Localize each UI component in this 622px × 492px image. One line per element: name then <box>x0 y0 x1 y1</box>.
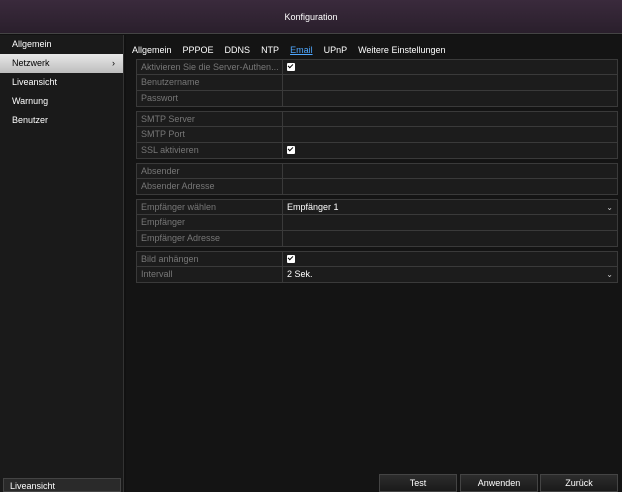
sidebar-item-warnung[interactable]: Warnung <box>0 92 123 111</box>
sidebar-item-label: Warnung <box>12 96 49 106</box>
sidebar: Allgemein Netzwerk › Liveansicht Warnung… <box>0 35 124 492</box>
liveansicht-button[interactable]: Liveansicht <box>3 478 121 492</box>
recipient-select[interactable]: Empfänger 1 ⌄ <box>283 200 617 214</box>
tab-ddns[interactable]: DDNS <box>225 43 251 57</box>
recipient-input[interactable] <box>283 215 617 230</box>
recipient-label: Empfänger <box>137 215 283 230</box>
username-label: Benutzername <box>137 75 283 90</box>
chevron-down-icon: ⌄ <box>606 270 613 279</box>
form-row-auth: Aktivieren Sie die Server-Authen... <box>136 59 618 75</box>
tab-ntp[interactable]: NTP <box>261 43 279 57</box>
form-row-attach-image: Bild anhängen <box>136 251 618 267</box>
attach-image-label: Bild anhängen <box>137 252 283 266</box>
sender-input[interactable] <box>283 164 617 178</box>
auth-checkbox[interactable] <box>287 63 295 71</box>
form-row-recipient-select: Empfänger wählen Empfänger 1 ⌄ <box>136 199 618 215</box>
ssl-label: SSL aktivieren <box>137 143 283 158</box>
tab-upnp[interactable]: UPnP <box>324 43 348 57</box>
email-settings-form: Aktivieren Sie die Server-Authen... Benu… <box>136 59 618 283</box>
sender-address-label: Absender Adresse <box>137 179 283 194</box>
recipient-select-label: Empfänger wählen <box>137 200 283 214</box>
tab-weitere-einstellungen[interactable]: Weitere Einstellungen <box>358 43 445 57</box>
tab-pppoe[interactable]: PPPOE <box>183 43 214 57</box>
sidebar-item-benutzer[interactable]: Benutzer <box>0 111 123 130</box>
interval-select[interactable]: 2 Sek. ⌄ <box>283 267 617 282</box>
password-label: Passwort <box>137 91 283 106</box>
form-row-sender-address: Absender Adresse <box>136 179 618 195</box>
form-row-recipient-address: Empfänger Adresse <box>136 231 618 247</box>
form-row-sender: Absender <box>136 163 618 179</box>
recipient-select-value: Empfänger 1 <box>287 202 339 212</box>
smtp-port-input[interactable] <box>283 127 617 142</box>
back-button[interactable]: Zurück <box>540 474 618 492</box>
form-row-interval: Intervall 2 Sek. ⌄ <box>136 267 618 283</box>
tab-allgemein[interactable]: Allgemein <box>132 43 172 57</box>
sidebar-item-netzwerk[interactable]: Netzwerk › <box>0 54 123 73</box>
form-row-smtp-port: SMTP Port <box>136 127 618 143</box>
window-title-bar: Konfiguration <box>0 0 622 34</box>
chevron-down-icon: ⌄ <box>606 203 613 212</box>
sidebar-item-allgemein[interactable]: Allgemein <box>0 35 123 54</box>
chevron-right-icon: › <box>112 58 115 68</box>
apply-button[interactable]: Anwenden <box>460 474 538 492</box>
form-row-username: Benutzername <box>136 75 618 91</box>
smtp-port-label: SMTP Port <box>137 127 283 142</box>
recipient-address-input[interactable] <box>283 231 617 246</box>
form-row-password: Passwort <box>136 91 618 107</box>
form-row-smtp-server: SMTP Server <box>136 111 618 127</box>
attach-image-checkbox[interactable] <box>287 255 295 263</box>
recipient-address-label: Empfänger Adresse <box>137 231 283 246</box>
sender-address-input[interactable] <box>283 179 617 194</box>
interval-label: Intervall <box>137 267 283 282</box>
smtp-server-label: SMTP Server <box>137 112 283 126</box>
username-input[interactable] <box>283 75 617 90</box>
tab-email[interactable]: Email <box>290 43 313 57</box>
password-input[interactable] <box>283 91 617 106</box>
interval-select-value: 2 Sek. <box>287 269 313 279</box>
sidebar-item-label: Allgemein <box>12 39 52 49</box>
window-title: Konfiguration <box>284 11 338 22</box>
sender-label: Absender <box>137 164 283 178</box>
sidebar-item-label: Liveansicht <box>12 77 58 87</box>
main-panel: Allgemein PPPOE DDNS NTP Email UPnP Weit… <box>126 35 622 492</box>
sidebar-item-liveansicht[interactable]: Liveansicht <box>0 73 123 92</box>
auth-label: Aktivieren Sie die Server-Authen... <box>137 60 283 74</box>
test-button[interactable]: Test <box>379 474 457 492</box>
sidebar-item-label: Benutzer <box>12 115 49 125</box>
form-row-recipient: Empfänger <box>136 215 618 231</box>
sidebar-item-label: Netzwerk <box>12 58 50 68</box>
form-row-ssl: SSL aktivieren <box>136 143 618 159</box>
tab-bar: Allgemein PPPOE DDNS NTP Email UPnP Weit… <box>132 43 456 57</box>
smtp-server-input[interactable] <box>283 112 617 126</box>
ssl-checkbox[interactable] <box>287 146 295 154</box>
